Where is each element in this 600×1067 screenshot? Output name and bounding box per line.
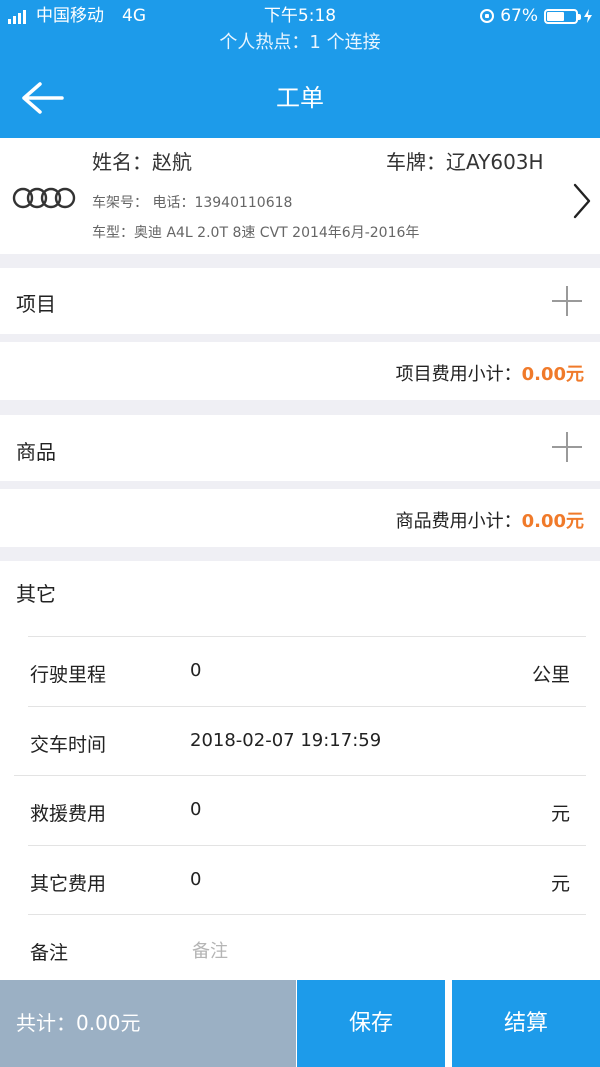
divider — [28, 914, 586, 915]
license-plate: 车牌：辽AY603H — [386, 150, 544, 174]
vin-phone: 车架号： 电话：13940110618 — [92, 195, 293, 211]
note-input[interactable] — [190, 936, 574, 966]
audi-rings-logo — [12, 187, 76, 209]
settle-button[interactable]: 结算 — [452, 980, 600, 1067]
divider — [14, 775, 586, 776]
delivery-time-picker[interactable]: 2018-02-07 19:17:59 — [190, 730, 381, 751]
customer-name: 姓名：赵航 — [92, 150, 192, 174]
other-fee-unit: 元 — [550, 873, 570, 895]
rotation-lock-icon — [480, 9, 495, 23]
page-title: 工单 — [276, 84, 324, 112]
charging-icon — [584, 9, 592, 23]
mileage-label: 行驶里程 — [30, 664, 107, 686]
mileage-unit: 公里 — [531, 664, 570, 686]
rescue-fee-input[interactable]: 0 — [190, 799, 201, 820]
mileage-input[interactable]: 0 — [190, 660, 201, 681]
items-subtotal: 项目费用小计：0.00元 — [396, 360, 584, 386]
status-right: 67% — [480, 4, 592, 28]
divider — [28, 636, 586, 637]
divider — [28, 706, 586, 707]
add-goods-plus-icon[interactable] — [552, 432, 582, 462]
battery-percent: 67% — [500, 6, 538, 26]
goods-title: 商品 — [16, 440, 56, 464]
nav-bar: 工单 — [0, 58, 600, 138]
bottom-bar: 共计：0.00元 保存 结算 — [0, 980, 600, 1067]
chevron-right-icon[interactable] — [572, 182, 592, 220]
items-section-header — [0, 268, 600, 334]
other-fee-label: 其它费用 — [30, 873, 107, 895]
delivery-time-label: 交车时间 — [30, 734, 107, 756]
goods-section-header — [0, 415, 600, 481]
items-subtotal-label: 项目费用小计： — [395, 364, 522, 385]
battery-icon — [544, 8, 581, 24]
other-fee-input[interactable]: 0 — [190, 869, 201, 890]
status-bar: 中国移动 4G 下午5:18 67% 个人热点：1 个连接 — [0, 0, 600, 58]
add-item-plus-icon[interactable] — [552, 286, 582, 316]
hotspot-banner[interactable]: 个人热点：1 个连接 — [0, 30, 600, 56]
save-button[interactable]: 保存 — [297, 980, 445, 1067]
other-section — [0, 561, 600, 980]
car-model: 车型：奥迪 A4L 2.0T 8速 CVT 2014年6月-2016年 — [92, 225, 420, 241]
note-label: 备注 — [30, 942, 69, 964]
other-title: 其它 — [16, 582, 56, 606]
goods-subtotal: 商品费用小计：0.00元 — [396, 507, 584, 533]
rescue-fee-unit: 元 — [550, 803, 570, 825]
goods-subtotal-value: 0.00元 — [521, 511, 584, 532]
divider — [28, 845, 586, 846]
items-title: 项目 — [16, 292, 56, 316]
rescue-fee-label: 救援费用 — [30, 803, 107, 825]
total-amount: 共计：0.00元 — [0, 980, 296, 1067]
items-subtotal-value: 0.00元 — [521, 364, 584, 385]
goods-subtotal-label: 商品费用小计： — [395, 511, 522, 532]
